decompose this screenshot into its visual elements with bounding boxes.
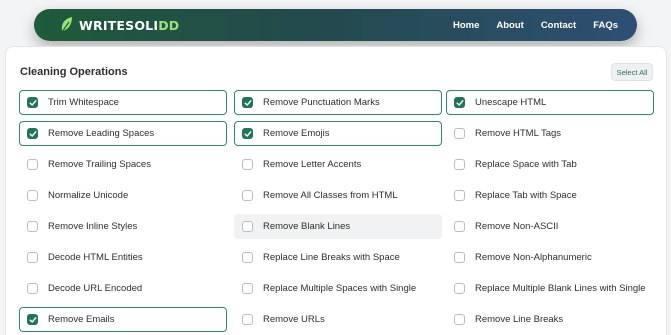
option-label: Replace Line Breaks with Space xyxy=(263,252,400,263)
option-label: Trim Whitespace xyxy=(48,97,119,108)
nav-link-faqs[interactable]: FAQs xyxy=(593,20,618,31)
nav-link-contact[interactable]: Contact xyxy=(541,20,576,31)
option-label: Decode HTML Entities xyxy=(48,252,143,263)
option-remove-letter-accents[interactable]: Remove Letter Accents xyxy=(234,152,442,177)
brand-logo[interactable]: WRITESOLIDD xyxy=(59,16,179,34)
option-remove-emojis[interactable]: Remove Emojis xyxy=(234,121,442,146)
checkbox-checked-icon[interactable] xyxy=(27,97,38,108)
nav-link-home[interactable]: Home xyxy=(453,20,479,31)
option-remove-urls[interactable]: Remove URLs xyxy=(234,307,442,332)
option-remove-html-tags[interactable]: Remove HTML Tags xyxy=(446,121,654,146)
option-remove-all-classes-from-html[interactable]: Remove All Classes from HTML xyxy=(234,183,442,208)
option-label: Remove All Classes from HTML xyxy=(263,190,398,201)
checkbox-unchecked-icon[interactable] xyxy=(242,159,253,170)
checkbox-unchecked-icon[interactable] xyxy=(242,190,253,201)
checkbox-unchecked-icon[interactable] xyxy=(242,252,253,263)
option-decode-html-entities[interactable]: Decode HTML Entities xyxy=(19,245,227,270)
option-remove-non-alphanumeric[interactable]: Remove Non-Alphanumeric xyxy=(446,245,654,270)
cleaning-operations-panel: Cleaning Operations Select All Trim Whit… xyxy=(5,46,667,335)
option-label: Remove URLs xyxy=(263,314,325,325)
option-normalize-unicode[interactable]: Normalize Unicode xyxy=(19,183,227,208)
option-remove-leading-spaces[interactable]: Remove Leading Spaces xyxy=(19,121,227,146)
leaf-icon xyxy=(61,17,72,33)
nav-link-about[interactable]: About xyxy=(496,20,523,31)
checkbox-checked-icon[interactable] xyxy=(242,97,253,108)
option-label: Remove Blank Lines xyxy=(263,221,351,232)
top-navbar: WRITESOLIDD Home About Contact FAQs xyxy=(34,9,637,41)
option-label: Remove Emails xyxy=(48,314,115,325)
option-remove-blank-lines[interactable]: Remove Blank Lines xyxy=(234,214,442,239)
checkbox-unchecked-icon[interactable] xyxy=(454,283,465,294)
checkbox-unchecked-icon[interactable] xyxy=(27,283,38,294)
option-label: Decode URL Encoded xyxy=(48,283,143,294)
checkbox-unchecked-icon[interactable] xyxy=(27,221,38,232)
option-trim-whitespace[interactable]: Trim Whitespace xyxy=(19,90,227,115)
option-replace-line-breaks-with-space[interactable]: Replace Line Breaks with Space xyxy=(234,245,442,270)
option-label: Remove Punctuation Marks xyxy=(263,97,380,108)
option-replace-multiple-spaces-with-single[interactable]: Replace Multiple Spaces with Single xyxy=(234,276,442,301)
checkbox-unchecked-icon[interactable] xyxy=(454,314,465,325)
checkbox-unchecked-icon[interactable] xyxy=(454,221,465,232)
option-remove-emails[interactable]: Remove Emails xyxy=(19,307,227,332)
option-replace-space-with-tab[interactable]: Replace Space with Tab xyxy=(446,152,654,177)
checkbox-checked-icon[interactable] xyxy=(242,128,253,139)
option-replace-multiple-blank-lines-with-single[interactable]: Replace Multiple Blank Lines with Single xyxy=(446,276,654,301)
option-remove-trailing-spaces[interactable]: Remove Trailing Spaces xyxy=(19,152,227,177)
option-label: Remove Inline Styles xyxy=(48,221,138,232)
option-label: Remove Leading Spaces xyxy=(48,128,155,139)
option-label: Remove Emojis xyxy=(263,128,330,139)
option-remove-line-breaks[interactable]: Remove Line Breaks xyxy=(446,307,654,332)
checkbox-checked-icon[interactable] xyxy=(27,314,38,325)
checkbox-unchecked-icon[interactable] xyxy=(454,159,465,170)
option-label: Remove Trailing Spaces xyxy=(48,159,151,170)
option-label: Remove Non-Alphanumeric xyxy=(475,252,592,263)
checkbox-unchecked-icon[interactable] xyxy=(242,221,253,232)
option-label: Normalize Unicode xyxy=(48,190,129,201)
option-label: Remove Non-ASCII xyxy=(475,221,559,232)
option-label: Replace Multiple Spaces with Single xyxy=(263,283,417,294)
option-replace-tab-with-space[interactable]: Replace Tab with Space xyxy=(446,183,654,208)
checkbox-unchecked-icon[interactable] xyxy=(454,128,465,139)
option-label: Remove Line Breaks xyxy=(475,314,564,325)
checkbox-checked-icon[interactable] xyxy=(27,128,38,139)
options-grid: Trim Whitespace Remove Punctuation Marks U… xyxy=(6,47,666,335)
option-remove-punctuation-marks[interactable]: Remove Punctuation Marks xyxy=(234,90,442,115)
option-label: Remove HTML Tags xyxy=(475,128,562,139)
option-label: Unescape HTML xyxy=(475,97,547,108)
option-label: Replace Multiple Blank Lines with Single xyxy=(475,283,646,294)
option-remove-non-ascii[interactable]: Remove Non-ASCII xyxy=(446,214,654,239)
option-label: Replace Tab with Space xyxy=(475,190,577,201)
checkbox-unchecked-icon[interactable] xyxy=(27,252,38,263)
checkbox-unchecked-icon[interactable] xyxy=(454,190,465,201)
brand-name: WRITESOLIDD xyxy=(79,17,180,33)
checkbox-unchecked-icon[interactable] xyxy=(242,314,253,325)
option-label: Remove Letter Accents xyxy=(263,159,362,170)
option-remove-inline-styles[interactable]: Remove Inline Styles xyxy=(19,214,227,239)
option-decode-url-encoded[interactable]: Decode URL Encoded xyxy=(19,276,227,301)
checkbox-unchecked-icon[interactable] xyxy=(27,159,38,170)
checkbox-checked-icon[interactable] xyxy=(454,97,465,108)
checkbox-unchecked-icon[interactable] xyxy=(27,190,38,201)
option-label: Replace Space with Tab xyxy=(475,159,577,170)
option-unescape-html[interactable]: Unescape HTML xyxy=(446,90,654,115)
checkbox-unchecked-icon[interactable] xyxy=(242,283,253,294)
nav-links: Home About Contact FAQs xyxy=(453,20,618,31)
checkbox-unchecked-icon[interactable] xyxy=(454,252,465,263)
